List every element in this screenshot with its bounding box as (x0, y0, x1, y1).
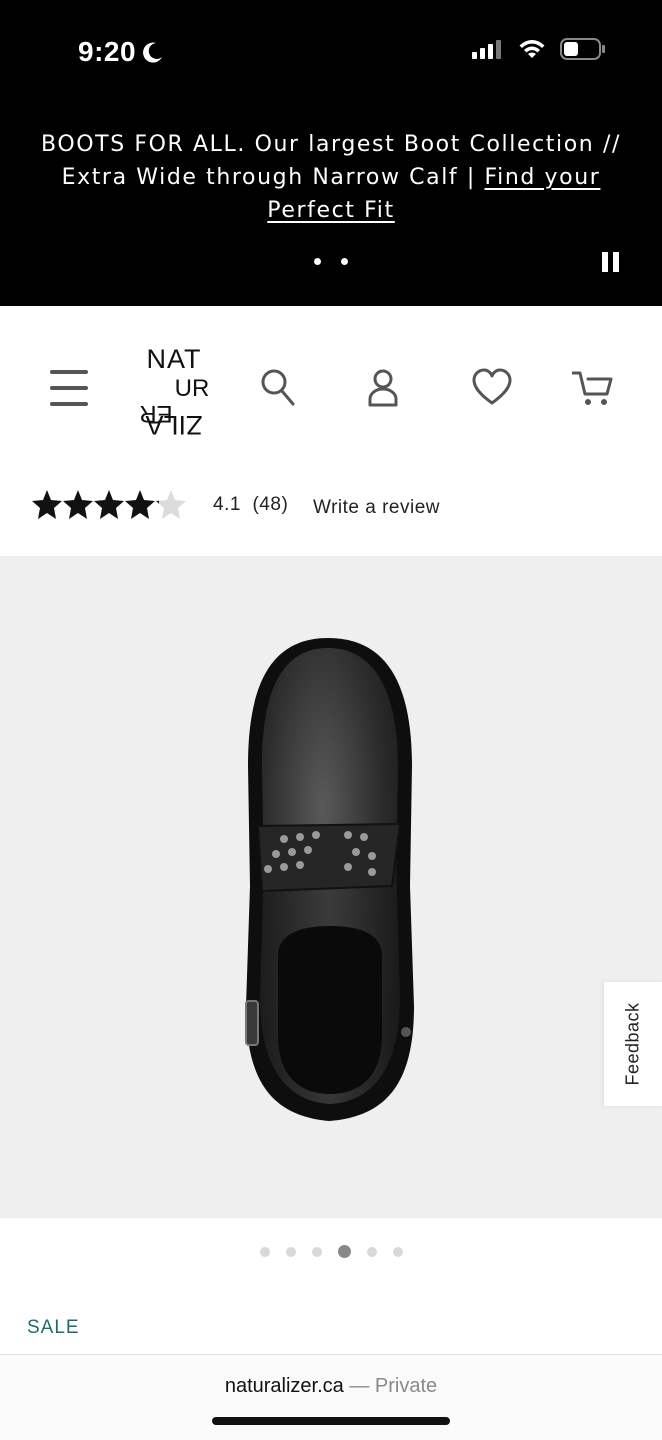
cart-icon[interactable] (572, 368, 614, 408)
gallery-dot[interactable] (259, 1246, 270, 1257)
sale-badge: SALE (27, 1317, 80, 1338)
star-icon (32, 490, 62, 519)
svg-text:ZILA: ZILA (145, 410, 202, 440)
gallery-dot[interactable] (311, 1246, 322, 1257)
status-icons (472, 38, 606, 60)
promo-dot[interactable] (341, 258, 348, 265)
promo-carousel-dots (0, 258, 662, 265)
rating-stars (32, 490, 186, 519)
pause-icon-bar (602, 252, 608, 272)
star-icon (63, 490, 93, 519)
status-time-text: 9:20 (78, 36, 137, 67)
promo-dot[interactable] (314, 258, 321, 265)
gallery-dot[interactable] (392, 1246, 403, 1257)
pause-icon-bar (613, 252, 619, 272)
feedback-label: Feedback (622, 1002, 643, 1086)
gallery-dot-active[interactable] (337, 1245, 351, 1258)
gallery-dots (0, 1245, 662, 1258)
wifi-icon (519, 40, 545, 58)
rating-value: 4.1 (213, 494, 241, 515)
write-review-link[interactable]: Write a review (313, 497, 440, 519)
pause-button[interactable] (602, 252, 622, 274)
search-icon[interactable] (260, 368, 296, 408)
battery-icon (560, 38, 605, 60)
moon-icon (143, 42, 163, 63)
svg-text:UR: UR (175, 375, 210, 402)
browser-mode: Private (374, 1375, 438, 1397)
star-icon (125, 490, 155, 519)
svg-text:NAT: NAT (147, 344, 202, 374)
cellular-signal-icon (472, 40, 501, 59)
star-icon (94, 490, 124, 519)
naturalizer-logo[interactable]: NAT UR ER ZILA (138, 344, 210, 440)
menu-icon[interactable] (50, 370, 88, 406)
url-separator: — (343, 1375, 375, 1397)
gallery-dot[interactable] (366, 1246, 377, 1257)
promo-message: BOOTS FOR ALL. Our largest Boot Collecti… (20, 128, 642, 227)
product-image[interactable] (0, 556, 662, 1218)
home-indicator[interactable] (212, 1417, 450, 1425)
boot-image (245, 638, 414, 1121)
star-icon-partial (156, 490, 186, 519)
gallery-dot[interactable] (285, 1246, 296, 1257)
url-display[interactable]: naturalizer.ca — Private (0, 1375, 662, 1398)
site-header: NAT UR ER ZILA (0, 306, 662, 478)
wishlist-heart-icon[interactable] (472, 368, 512, 406)
browser-address-bar[interactable]: naturalizer.ca — Private (0, 1354, 662, 1440)
feedback-tab[interactable]: Feedback (604, 982, 662, 1106)
account-icon[interactable] (366, 368, 400, 408)
status-time: 9:20 (78, 36, 164, 68)
rating-summary: 4.1 (48) (213, 494, 288, 516)
top-banner: 9:20 BOOTS FOR ALL. Our largest Boot Col… (0, 0, 662, 306)
url-domain: naturalizer.ca (224, 1375, 344, 1397)
rating-count: (48) (252, 494, 289, 515)
